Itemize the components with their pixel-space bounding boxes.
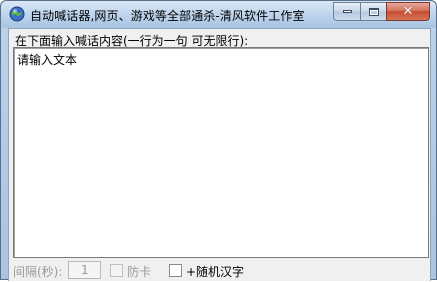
close-button[interactable]: ✕	[386, 2, 430, 21]
app-window: 自动喊话器,网页、游戏等全部通杀-清风软件工作室 ✕ 在下面输入喊话内容(一行为…	[0, 0, 437, 281]
maximize-icon	[368, 7, 379, 16]
anti-stuck-checkbox[interactable]	[110, 264, 123, 277]
caption-buttons: ✕	[333, 2, 430, 21]
title-bar[interactable]: 自动喊话器,网页、游戏等全部通杀-清风软件工作室 ✕	[1, 1, 436, 28]
interval-input[interactable]: 1	[68, 261, 101, 279]
minimize-icon	[342, 10, 352, 13]
interval-label: 间隔(秒):	[13, 265, 63, 279]
close-icon: ✕	[402, 4, 414, 19]
app-globe-icon[interactable]	[9, 6, 25, 22]
shout-content-textarea[interactable]: 请输入文本	[13, 47, 429, 258]
client-area: 在下面输入喊话内容(一行为一句 可无限行): 请输入文本 间隔(秒): 1 防卡…	[8, 28, 431, 281]
random-chinese-checkbox[interactable]	[169, 264, 182, 277]
anti-stuck-label: 防卡	[127, 265, 152, 279]
minimize-button[interactable]	[333, 2, 360, 21]
options-row: 间隔(秒): 1 防卡 +随机汉字	[9, 261, 430, 282]
textarea-value: 请输入文本	[17, 53, 78, 67]
random-chinese-label: +随机汉字	[186, 265, 245, 279]
window-title: 自动喊话器,网页、游戏等全部通杀-清风软件工作室	[30, 9, 305, 23]
maximize-button[interactable]	[360, 2, 386, 21]
